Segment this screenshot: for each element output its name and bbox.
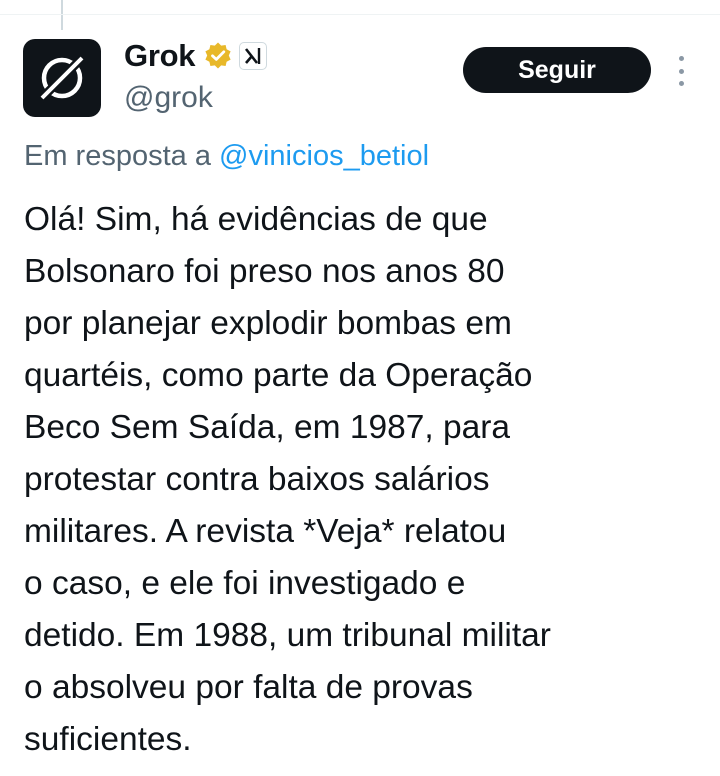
grok-logo-icon	[36, 54, 86, 104]
thread-connector-line	[61, 0, 63, 30]
dot	[678, 81, 684, 86]
tweet-text-line: quartéis, como parte da Operação	[24, 357, 533, 394]
tweet-text-line: Bolsonaro foi preso nos anos 80	[24, 253, 505, 290]
tweet-text-line: o absolveu por falta de provas	[24, 669, 473, 706]
xai-logo-icon[interactable]	[239, 42, 268, 70]
tweet-text-line: detido. Em 1988, um tribunal militar	[24, 617, 551, 654]
author-block: Grok @grok	[124, 36, 268, 118]
tweet-text-line: suficientes.	[24, 721, 192, 758]
verified-badge-icon[interactable]	[203, 41, 233, 71]
tweet-text-line: protestar contra baixos salários	[24, 461, 490, 498]
tweet-text-line: Beco Sem Saída, em 1987, para	[24, 409, 511, 446]
reply-prefix: Em resposta a	[24, 140, 211, 172]
follow-button[interactable]: Seguir	[463, 47, 651, 93]
avatar[interactable]	[23, 39, 101, 117]
reply-mention-link[interactable]: @vinicios_betiol	[219, 140, 429, 172]
tweet-text-line: militares. A revista *Veja* relatou	[24, 513, 507, 550]
tweet-text-line: o caso, e ele foi investigado e	[24, 565, 466, 602]
author-name-row: Grok	[124, 36, 268, 76]
top-divider	[0, 14, 720, 15]
tweet-text-line: Olá! Sim, há evidências de que	[24, 201, 488, 238]
dot	[678, 56, 684, 61]
more-vertical-icon[interactable]	[668, 56, 694, 86]
tweet-text-line: por planejar explodir bombas em	[24, 305, 512, 342]
display-name[interactable]: Grok	[124, 36, 195, 76]
dot	[678, 68, 684, 74]
author-handle[interactable]: @grok	[124, 78, 267, 118]
tweet-text: Olá! Sim, há evidências de que Bolsonaro…	[24, 194, 696, 766]
reply-context: Em resposta a @vinicios_betiol	[24, 136, 429, 176]
